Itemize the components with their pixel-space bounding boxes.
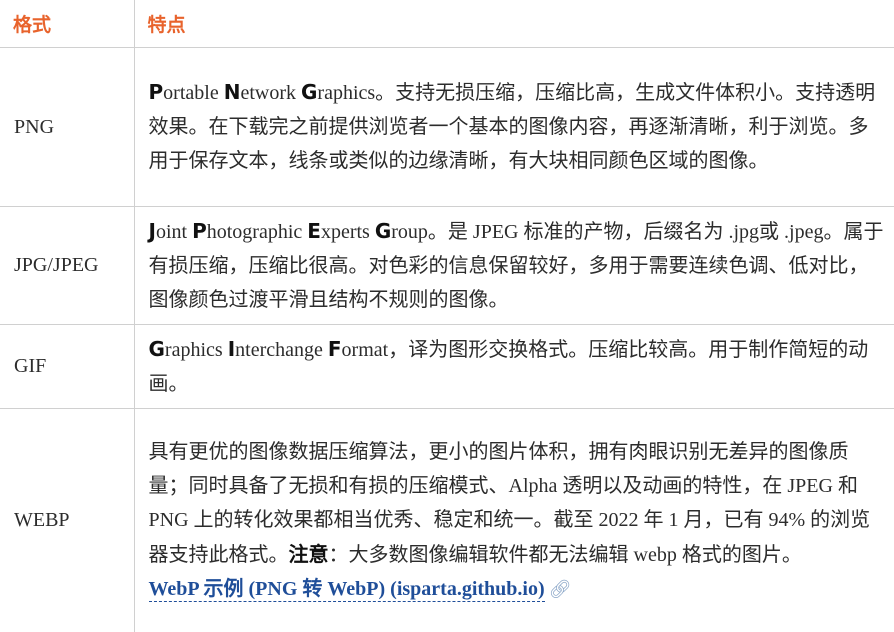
description-run: oint [155,220,193,243]
description-text: 具有更优的图像数据压缩算法，更小的图片体积，拥有肉眼识别无差异的图像质量；同时具… [149,435,885,572]
acronym-initial: J [148,218,156,243]
description-run: nterchange [235,338,328,361]
acronym-initial: E [307,218,321,243]
format-name: JPG/JPEG [0,206,135,325]
image-format-table: 格式 特点 PNG Portable Network Graphics。支持无损… [0,0,894,632]
acronym-initial: G [374,218,392,243]
format-name: WEBP [0,408,135,632]
table-row: JPG/JPEG Joint Photographic Experts Grou… [0,206,894,325]
format-name: PNG [0,47,135,207]
header-format: 格式 [0,0,135,48]
acronym-initial: P [192,218,207,243]
table-row: GIF Graphics Interchange Format，译为图形交换格式… [0,324,894,409]
format-description: Portable Network Graphics。支持无损压缩，压缩比高，生成… [134,47,894,207]
acronym-initial: G [301,80,318,104]
external-link-icon[interactable]: 🔗︎ [549,579,572,599]
description-run: ortable [163,82,224,104]
header-features: 特点 [134,0,894,48]
format-description: Graphics Interchange Format，译为图形交换格式。压缩比… [134,324,894,409]
description-run: xperts [320,220,375,243]
format-description: 具有更优的图像数据压缩算法，更小的图片体积，拥有肉眼识别无差异的图像质量；同时具… [134,408,894,632]
table-header-row: 格式 特点 [0,0,894,48]
acronym-initial: P [148,80,164,104]
emphasis-label: 注意 [288,541,329,566]
description-run: raphics [164,338,228,361]
acronym-initial: G [148,336,165,361]
description-text: Joint Photographic Experts Group。是 JPEG … [149,214,885,317]
description-run: ：大多数图像编辑软件都无法编辑 webp 格式的图片。 [328,543,802,566]
acronym-initial: F [327,336,342,361]
description-run: etwork [240,82,301,104]
description-run: hotographic [206,220,308,243]
webp-example-link[interactable]: WebP 示例 (PNG 转 WebP) (isparta.github.io) [148,577,545,602]
table-row: PNG Portable Network Graphics。支持无损压缩，压缩比… [0,47,894,207]
description-text: Portable Network Graphics。支持无损压缩，压缩比高，生成… [149,75,885,178]
table-row: WEBP 具有更优的图像数据压缩算法，更小的图片体积，拥有肉眼识别无差异的图像质… [0,408,894,632]
example-link-line: WebP 示例 (PNG 转 WebP) (isparta.github.io)… [148,572,885,606]
description-text: Graphics Interchange Format，译为图形交换格式。压缩比… [149,332,885,401]
format-name: GIF [0,324,135,409]
format-description: Joint Photographic Experts Group。是 JPEG … [134,206,894,325]
acronym-initial: N [223,80,241,104]
